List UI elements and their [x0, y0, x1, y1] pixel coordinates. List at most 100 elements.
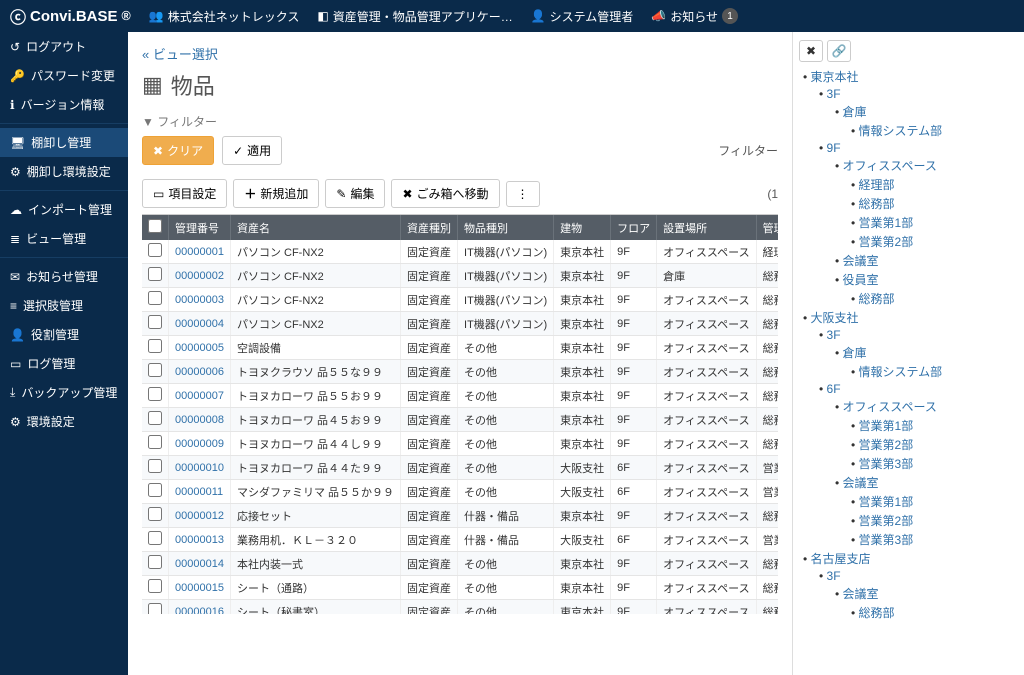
tree-node-link[interactable]: 東京本社	[811, 70, 859, 84]
sidebar-item[interactable]: ☁インポート管理	[0, 195, 128, 224]
asset-id-link[interactable]: 00000006	[169, 360, 231, 384]
column-header[interactable]: 資産名	[230, 215, 400, 240]
top-user[interactable]: 👤システム管理者	[531, 8, 634, 25]
asset-id-link[interactable]: 00000011	[169, 480, 231, 504]
tree-node[interactable]: 情報システム部	[851, 363, 1018, 380]
tree-node[interactable]: 3F 会議室総務部	[819, 569, 1018, 621]
tree-node[interactable]: 大阪支社3F倉庫情報システム部6Fオフィススペース営業第1部営業第2部営業第3部…	[803, 309, 1018, 548]
row-checkbox[interactable]	[148, 507, 162, 521]
apply-button[interactable]: ✓適用	[222, 136, 282, 165]
row-checkbox[interactable]	[148, 411, 162, 425]
table-row[interactable]: 00000011マシダファミリマ 品５５か９９固定資産その他大阪支社6Fオフィス…	[142, 480, 778, 504]
trash-button[interactable]: ✖ごみ箱へ移動	[391, 179, 499, 208]
data-table-wrap[interactable]: 管理番号資産名資産種別物品種別建物フロア設置場所管理部門取得年月日取得価額 00…	[142, 214, 778, 614]
tree-node-link[interactable]: 営業第1部	[859, 216, 914, 230]
column-header[interactable]: フロア	[611, 215, 657, 240]
table-row[interactable]: 00000009トヨヌカローワ 品４４し９９固定資産その他東京本社9Fオフィスス…	[142, 432, 778, 456]
table-row[interactable]: 00000002パソコン CF-NX2固定資産IT機器(パソコン)東京本社9F倉…	[142, 264, 778, 288]
row-checkbox[interactable]	[148, 579, 162, 593]
tree-node[interactable]: 総務部	[851, 290, 1018, 307]
tree-node[interactable]: 経理部	[851, 176, 1018, 193]
tree-link-button[interactable]: 🔗	[827, 40, 851, 62]
tree-node-link[interactable]: 3F	[827, 87, 841, 101]
row-checkbox[interactable]	[148, 459, 162, 473]
table-row[interactable]: 00000007トヨヌカローワ 品５５お９９固定資産その他東京本社9Fオフィスス…	[142, 384, 778, 408]
table-row[interactable]: 00000013業務用机．ＫＬ－３２０固定資産什器・備品大阪支社6Fオフィススペ…	[142, 528, 778, 552]
tree-node-link[interactable]: 3F	[827, 569, 841, 583]
tree-node[interactable]: 倉庫情報システム部	[835, 344, 1018, 380]
tree-node-link[interactable]: 情報システム部	[859, 365, 943, 379]
row-checkbox[interactable]	[148, 555, 162, 569]
table-row[interactable]: 00000006トヨヌクラウソ 品５５な９９固定資産その他東京本社9Fオフィスス…	[142, 360, 778, 384]
tree-node-link[interactable]: 総務部	[859, 292, 895, 306]
row-checkbox[interactable]	[148, 387, 162, 401]
tree-node-link[interactable]: 営業第3部	[859, 533, 914, 547]
tree-node[interactable]: 6Fオフィススペース営業第1部営業第2部営業第3部会議室営業第1部営業第2部営業…	[819, 382, 1018, 548]
sidebar-item[interactable]: ⚙環境設定	[0, 407, 128, 436]
tree-node-link[interactable]: オフィススペース	[843, 400, 937, 414]
tree-node-link[interactable]: オフィススペース	[843, 159, 937, 173]
sidebar-item[interactable]: ≡選択肢管理	[0, 291, 128, 320]
asset-id-link[interactable]: 00000001	[169, 240, 231, 264]
clear-button[interactable]: ✖クリア	[142, 136, 214, 165]
row-checkbox[interactable]	[148, 483, 162, 497]
tree-node[interactable]: 営業第1部	[851, 417, 1018, 434]
tree-node[interactable]: 倉庫情報システム部	[835, 103, 1018, 139]
tree-node[interactable]: 情報システム部	[851, 122, 1018, 139]
brand-logo[interactable]: ⓒConvi.BASE®	[10, 4, 131, 28]
row-checkbox[interactable]	[148, 603, 162, 614]
add-button[interactable]: ＋新規追加	[233, 179, 319, 208]
column-header[interactable]: 管理部門	[756, 215, 778, 240]
tree-node[interactable]: 営業第3部	[851, 455, 1018, 472]
more-button[interactable]: ⋮	[506, 181, 540, 207]
column-header[interactable]: 建物	[554, 215, 611, 240]
asset-id-link[interactable]: 00000010	[169, 456, 231, 480]
tree-node[interactable]: 総務部	[851, 604, 1018, 621]
sidebar-item[interactable]: 👤役割管理	[0, 320, 128, 349]
tree-node-link[interactable]: 会議室	[843, 476, 879, 490]
asset-id-link[interactable]: 00000008	[169, 408, 231, 432]
table-row[interactable]: 00000010トヨヌカローワ 品４４た９９固定資産その他大阪支社6Fオフィスス…	[142, 456, 778, 480]
tree-node-link[interactable]: 役員室	[843, 273, 879, 287]
tree-node[interactable]: 9Fオフィススペース経理部総務部営業第1部営業第2部会議室役員室総務部	[819, 141, 1018, 307]
asset-id-link[interactable]: 00000014	[169, 552, 231, 576]
tree-node-link[interactable]: 営業第3部	[859, 457, 914, 471]
row-checkbox[interactable]	[148, 267, 162, 281]
asset-id-link[interactable]: 00000005	[169, 336, 231, 360]
tree-node[interactable]: 会議室	[835, 252, 1018, 269]
tree-node-link[interactable]: 営業第2部	[859, 235, 914, 249]
asset-id-link[interactable]: 00000013	[169, 528, 231, 552]
edit-button[interactable]: ✎編集	[325, 179, 385, 208]
columns-button[interactable]: ▭項目設定	[142, 179, 227, 208]
tree-node-link[interactable]: 経理部	[859, 178, 895, 192]
tree-node-link[interactable]: 情報システム部	[859, 124, 943, 138]
asset-id-link[interactable]: 00000003	[169, 288, 231, 312]
tree-node[interactable]: 総務部	[851, 195, 1018, 212]
tree-node[interactable]: 会議室総務部	[835, 585, 1018, 621]
tree-node-link[interactable]: 営業第1部	[859, 495, 914, 509]
row-checkbox[interactable]	[148, 339, 162, 353]
tree-node[interactable]: 営業第1部	[851, 493, 1018, 510]
tree-node-link[interactable]: 倉庫	[843, 105, 867, 119]
asset-id-link[interactable]: 00000012	[169, 504, 231, 528]
tree-node[interactable]: 3F倉庫情報システム部	[819, 87, 1018, 139]
row-checkbox[interactable]	[148, 291, 162, 305]
asset-id-link[interactable]: 00000007	[169, 384, 231, 408]
row-checkbox[interactable]	[148, 315, 162, 329]
tree-node[interactable]: 名古屋支店3F会議室総務部	[803, 550, 1018, 621]
tree-node-link[interactable]: 6F	[827, 382, 841, 396]
tree-node[interactable]: 営業第2部	[851, 512, 1018, 529]
row-checkbox[interactable]	[148, 435, 162, 449]
table-row[interactable]: 00000008トヨヌカローワ 品４５お９９固定資産その他東京本社9Fオフィスス…	[142, 408, 778, 432]
sidebar-item[interactable]: ℹバージョン情報	[0, 90, 128, 119]
row-checkbox[interactable]	[148, 531, 162, 545]
sidebar-item[interactable]: ↺ログアウト	[0, 32, 128, 61]
top-app[interactable]: ◧資産管理・物品管理アプリケー…	[317, 8, 512, 25]
table-row[interactable]: 00000014本社内装一式固定資産その他東京本社9Fオフィススペース総務部20…	[142, 552, 778, 576]
sidebar-item[interactable]: ⤓バックアップ管理	[0, 378, 128, 407]
sidebar-item[interactable]: ≣ビュー管理	[0, 224, 128, 253]
table-row[interactable]: 00000015シート（通路）固定資産その他東京本社9Fオフィススペース総務部2…	[142, 576, 778, 600]
tree-node-link[interactable]: 総務部	[859, 606, 895, 620]
table-row[interactable]: 00000004パソコン CF-NX2固定資産IT機器(パソコン)東京本社9Fオ…	[142, 312, 778, 336]
tree-node-link[interactable]: 9F	[827, 141, 841, 155]
